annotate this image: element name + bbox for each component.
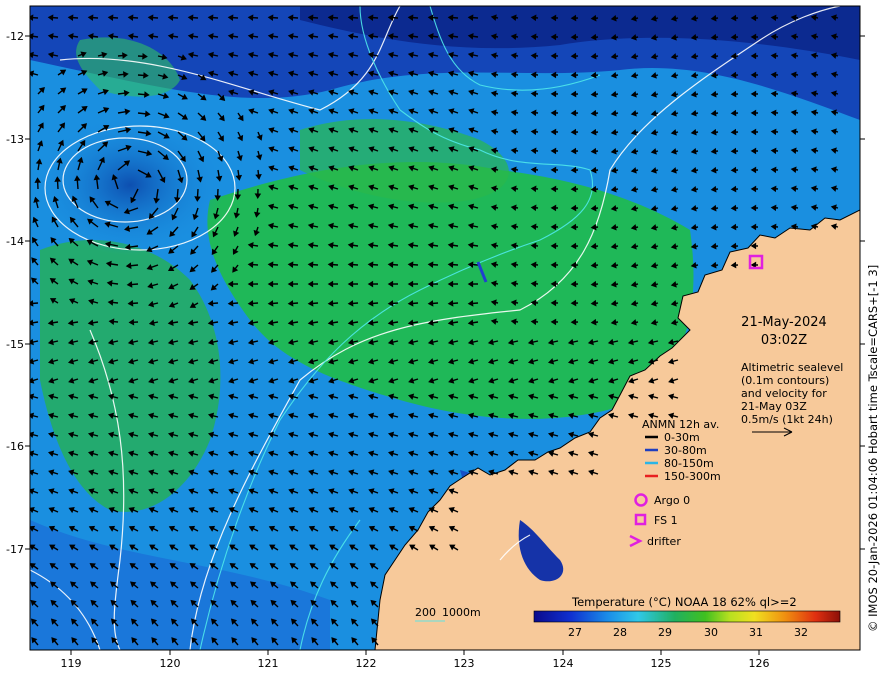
x-tick-125: 125	[651, 657, 672, 670]
colorbar-tick-29: 29	[658, 626, 672, 639]
colorbar-tick-32: 32	[794, 626, 808, 639]
depth-1000: 1000m	[442, 606, 481, 619]
y-tick-m13: -13	[6, 133, 24, 146]
x-tick-122: 122	[356, 657, 377, 670]
anmn-title: ANMN 12h av.	[642, 418, 719, 431]
time-label: 03:02Z	[761, 333, 807, 348]
colorbar-tick-31: 31	[749, 626, 763, 639]
colorbar-ramp	[533, 610, 841, 623]
altimetry-line-5: 0.5m/s (1kt 24h)	[741, 413, 833, 426]
anmn-label-2: 80-150m	[664, 457, 714, 470]
depth-legend: 200 1000m	[415, 606, 481, 619]
altimetry-line-1: Altimetric sealevel	[741, 361, 843, 374]
altimetry-line-4: 21-May 03Z	[741, 400, 807, 413]
colorbar-title: Temperature (°C) NOAA 18 62% ql>=2	[571, 595, 797, 609]
x-tick-124: 124	[553, 657, 574, 670]
depth-200: 200	[415, 606, 436, 619]
drifter-label: drifter	[647, 535, 681, 548]
colorbar-tick-27: 27	[568, 626, 582, 639]
y-tick-m17: -17	[6, 543, 24, 556]
x-tick-120: 120	[160, 657, 181, 670]
y-tick-m12: -12	[6, 30, 24, 43]
x-axis: 119 120 121 122 123 124 125 126	[61, 650, 770, 670]
y-tick-m15: -15	[6, 338, 24, 351]
x-tick-119: 119	[61, 657, 82, 670]
side-caption: © IMOS 20-Jan-2026 01:04:06 Hobart time …	[866, 265, 880, 632]
anmn-label-0: 0-30m	[664, 431, 700, 444]
sst-field	[30, 6, 860, 650]
y-tick-m16: -16	[6, 440, 24, 453]
date-label: 21-May-2024	[741, 315, 827, 330]
argo-label: Argo 0	[654, 494, 690, 507]
x-tick-126: 126	[749, 657, 770, 670]
x-tick-123: 123	[454, 657, 475, 670]
colorbar-tick-30: 30	[704, 626, 718, 639]
map-figure: 21-May-2024 03:02Z Altimetric sealevel (…	[6, 5, 880, 670]
fs-label: FS 1	[654, 514, 678, 527]
anmn-label-1: 30-80m	[664, 444, 707, 457]
y-tick-m14: -14	[6, 235, 24, 248]
x-tick-121: 121	[258, 657, 279, 670]
colorbar-tick-28: 28	[613, 626, 627, 639]
anmn-label-3: 150-300m	[664, 470, 721, 483]
altimetry-line-2: (0.1m contours)	[741, 374, 829, 387]
altimetry-line-3: and velocity for	[741, 387, 827, 400]
